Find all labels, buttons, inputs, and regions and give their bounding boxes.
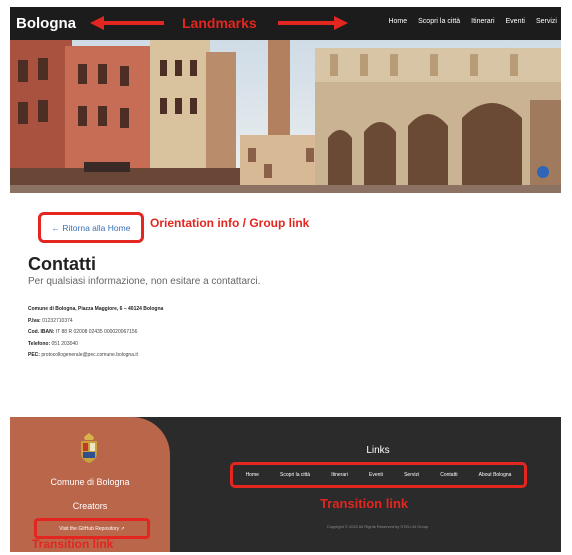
footer-org-name: Comune di Bologna bbox=[50, 477, 130, 487]
contact-pec: PEC: protocollogenerale@pec.comune.bolog… bbox=[28, 352, 138, 358]
nav-item-scopri[interactable]: Scopri la città bbox=[418, 18, 460, 25]
github-repository-link[interactable]: Visit the GitHub Repository ↗ bbox=[34, 518, 150, 539]
footer-link-home[interactable]: Home bbox=[246, 472, 259, 478]
nav-item-home[interactable]: Home bbox=[388, 18, 407, 25]
brand-logo[interactable]: Bologna bbox=[16, 15, 76, 32]
footer-creators: Creators bbox=[72, 501, 108, 511]
hero-image bbox=[10, 40, 561, 193]
contact-phone: Telefono: 051 203040 bbox=[28, 340, 78, 347]
footer-links-title: Links bbox=[366, 445, 390, 456]
annotation-transition-center: Transition link bbox=[320, 496, 409, 511]
contact-info: Comune di Bologna, Piazza Maggiore, 6 – … bbox=[28, 304, 163, 362]
city-street-illustration bbox=[10, 40, 561, 193]
footer-link-contatti[interactable]: Contatti bbox=[440, 472, 457, 478]
contact-iban: Cod. IBAN: IT 88 R 02008 02435 000020067… bbox=[28, 329, 138, 335]
footer-link-itinerari[interactable]: Itinerari bbox=[331, 472, 348, 478]
site-footer: Comune di Bologna Creators Visit the Git… bbox=[10, 417, 561, 552]
footer-brand-panel: Comune di Bologna Creators Visit the Git… bbox=[10, 417, 170, 552]
footer-link-servizi[interactable]: Servizi bbox=[404, 472, 419, 478]
back-to-home-link[interactable]: ← Ritorna alla Home bbox=[38, 212, 144, 243]
contact-piva: P.Iva: 01232710374 bbox=[28, 317, 73, 324]
footer-link-eventi[interactable]: Eventi bbox=[369, 472, 383, 478]
page-subtitle: Per qualsiasi informazione, non esitare … bbox=[28, 276, 261, 287]
coat-of-arms-icon bbox=[81, 433, 97, 463]
site-header: Bologna Home Scopri la città Itinerari E… bbox=[10, 7, 561, 40]
page-frame: Bologna Home Scopri la città Itinerari E… bbox=[10, 7, 561, 552]
annotation-transition-bottom: Transition link bbox=[32, 537, 114, 551]
footer-link-about[interactable]: About Bologna bbox=[479, 472, 512, 478]
footer-copyright: Copyright © 2022 All Rights Reserved by … bbox=[326, 524, 430, 529]
annotation-orientation: Orientation info / Group link bbox=[150, 216, 310, 230]
contact-address: Comune di Bologna, Piazza Maggiore, 6 – … bbox=[28, 306, 164, 312]
page-title: Contatti bbox=[28, 254, 96, 274]
annotation-landmarks: Landmarks bbox=[182, 15, 257, 31]
main-nav: Home Scopri la città Itinerari Eventi Se… bbox=[388, 18, 557, 25]
nav-item-itinerari[interactable]: Itinerari bbox=[471, 18, 494, 25]
nav-item-servizi[interactable]: Servizi bbox=[536, 18, 557, 25]
footer-links: Home Scopri la città Itinerari Eventi Se… bbox=[230, 462, 527, 488]
footer-link-scopri[interactable]: Scopri la città bbox=[280, 472, 310, 478]
nav-item-eventi[interactable]: Eventi bbox=[506, 18, 525, 25]
